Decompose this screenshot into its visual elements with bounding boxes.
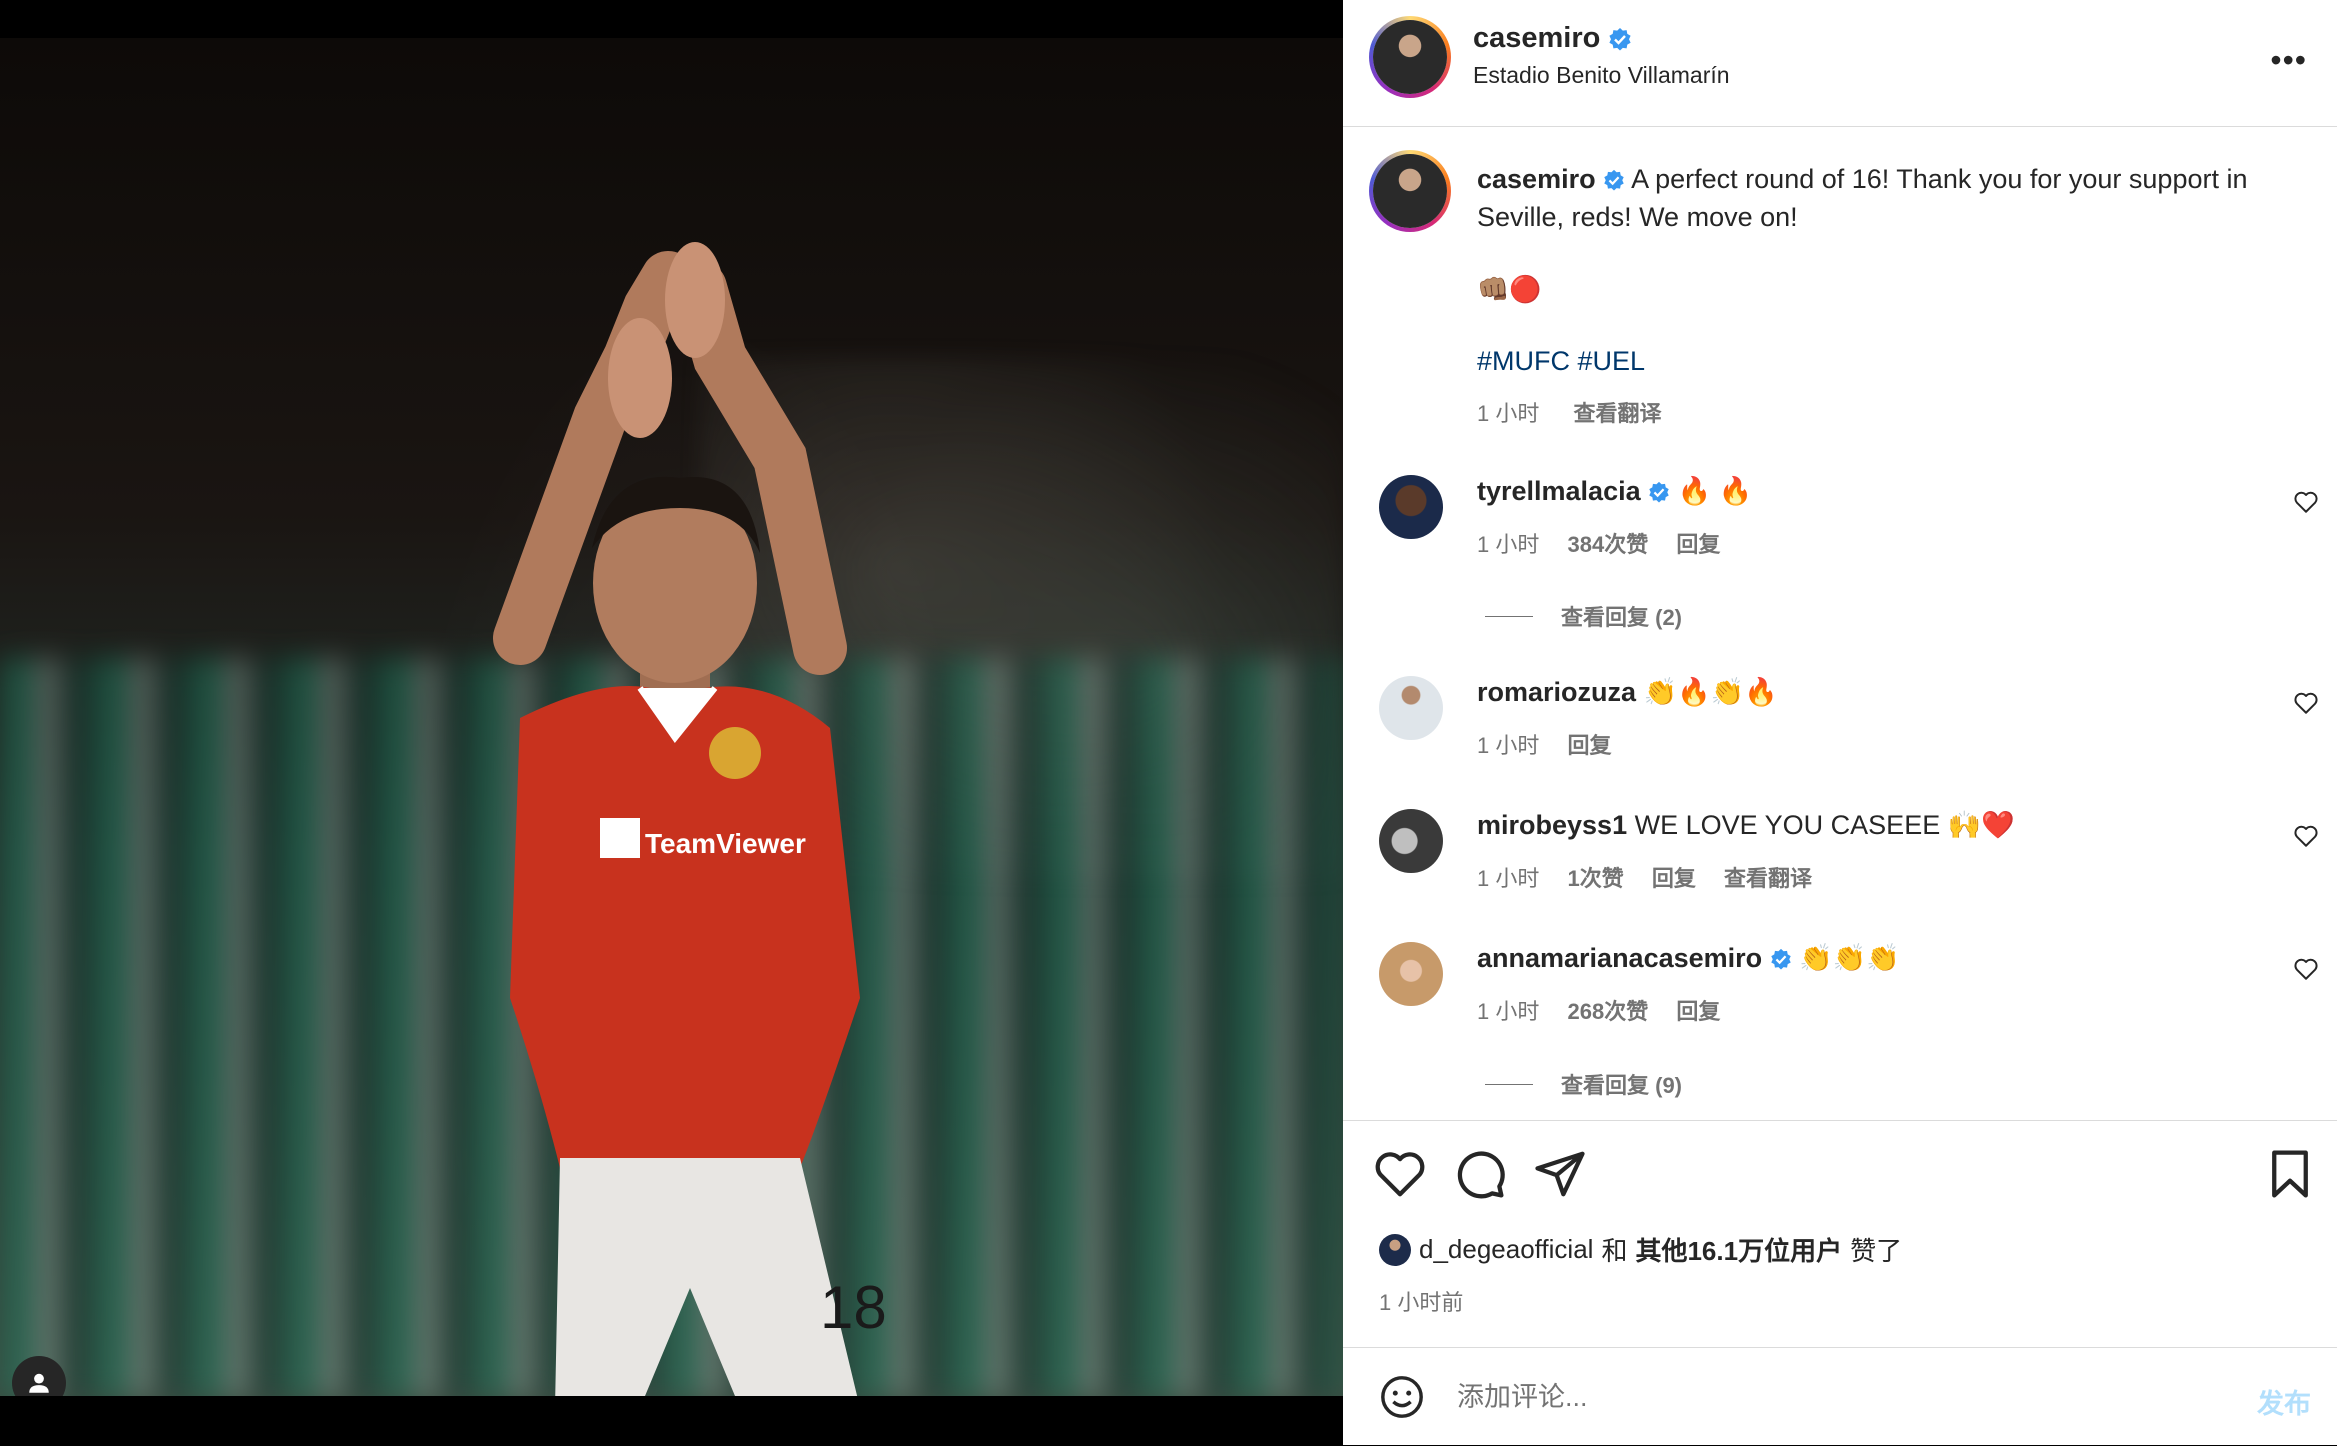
post-header: casemiro Estadio Benito Villamarín ••• bbox=[1343, 0, 2337, 127]
emoji-smile-icon[interactable] bbox=[1379, 1374, 1425, 1420]
view-replies-divider bbox=[1485, 1083, 1533, 1085]
post-location[interactable]: Estadio Benito Villamarín bbox=[1473, 62, 1730, 89]
comment-avatar[interactable] bbox=[1379, 942, 1443, 1006]
comment-body: 🔥 🔥 bbox=[1677, 476, 1753, 506]
caption-time[interactable]: 1 小时 bbox=[1477, 401, 1539, 426]
post-photo[interactable]: TeamViewer 18 bbox=[0, 38, 1343, 1396]
caption-author-avatar[interactable] bbox=[1369, 150, 1451, 232]
likes-summary: d_degeaofficial 和其他16.1万位用户 赞了 bbox=[1379, 1231, 1902, 1268]
post-actions: d_degeaofficial 和其他16.1万位用户 赞了 1 小时前 bbox=[1343, 1120, 2337, 1351]
author-name-link[interactable]: casemiro bbox=[1473, 22, 1600, 55]
post-side-panel: casemiro Estadio Benito Villamarín ••• c… bbox=[1343, 0, 2337, 1445]
comment-input[interactable] bbox=[1455, 1372, 2159, 1422]
liker-avatar[interactable] bbox=[1379, 1233, 1411, 1266]
view-replies-label: 查看回复 (9) bbox=[1561, 1073, 1683, 1098]
comment-meta: 1 小时 268次赞 回复 bbox=[1477, 994, 1742, 1026]
comment-text: romariozuza 👏🔥👏🔥 bbox=[1477, 676, 1778, 708]
comment-composer: 发布 bbox=[1343, 1347, 2337, 1446]
comment-time[interactable]: 1 小时 bbox=[1477, 532, 1539, 557]
comment-likes[interactable]: 384次赞 bbox=[1567, 532, 1648, 557]
more-options-button[interactable]: ••• bbox=[2270, 42, 2307, 79]
verified-badge-icon bbox=[1649, 481, 1669, 503]
comment-body: 👏👏👏 bbox=[1799, 943, 1901, 973]
comment-time[interactable]: 1 小时 bbox=[1477, 866, 1539, 891]
comment-like-icon[interactable] bbox=[2293, 956, 2319, 982]
comment-time[interactable]: 1 小时 bbox=[1477, 999, 1539, 1024]
comment-username[interactable]: tyrellmalacia bbox=[1477, 476, 1641, 506]
post-comment-button[interactable]: 发布 bbox=[2257, 1382, 2311, 1421]
comment-avatar[interactable] bbox=[1379, 475, 1443, 539]
likes-and: 和 bbox=[1601, 1236, 1628, 1266]
verified-badge-icon bbox=[1770, 948, 1791, 970]
verified-badge-icon bbox=[1609, 27, 1631, 50]
author-username[interactable]: casemiro bbox=[1473, 22, 1632, 55]
caption-hashtags[interactable]: #MUFC #UEL bbox=[1477, 346, 1645, 377]
verified-badge-icon bbox=[1604, 169, 1624, 191]
like-heart-icon[interactable] bbox=[1373, 1147, 1427, 1201]
caption-meta: 1 小时 查看翻译 bbox=[1477, 396, 1690, 428]
comment-username[interactable]: romariozuza bbox=[1477, 677, 1636, 707]
user-icon bbox=[29, 1373, 49, 1393]
svg-text:TeamViewer: TeamViewer bbox=[645, 828, 806, 859]
reply-button[interactable]: 回复 bbox=[1676, 999, 1720, 1024]
caption-emoji: 👊🏽🔴 bbox=[1477, 274, 1542, 304]
likes-suffix: 赞了 bbox=[1850, 1236, 1903, 1266]
comment-avatar[interactable] bbox=[1379, 809, 1443, 873]
view-replies-button[interactable]: 查看回复 (9) bbox=[1485, 1068, 1682, 1100]
comment-username[interactable]: mirobeyss1 bbox=[1477, 810, 1627, 840]
comment-meta: 1 小时 384次赞 回复 bbox=[1477, 527, 1742, 559]
reply-button[interactable]: 回复 bbox=[1676, 532, 1720, 557]
save-bookmark-icon[interactable] bbox=[2263, 1147, 2317, 1201]
author-avatar[interactable] bbox=[1369, 16, 1451, 98]
see-translation-button[interactable]: 查看翻译 bbox=[1573, 401, 1661, 426]
view-replies-button[interactable]: 查看回复 (2) bbox=[1485, 600, 1682, 632]
comment-like-icon[interactable] bbox=[2293, 823, 2319, 849]
comment-likes[interactable]: 268次赞 bbox=[1567, 999, 1648, 1024]
comment-text: mirobeyss1 WE LOVE YOU CASEEE 🙌❤️ bbox=[1477, 809, 2015, 841]
comment-likes[interactable]: 1次赞 bbox=[1567, 866, 1623, 891]
comment-body: WE LOVE YOU CASEEE 🙌❤️ bbox=[1634, 810, 2015, 840]
reply-button[interactable]: 回复 bbox=[1567, 733, 1611, 758]
share-send-icon[interactable] bbox=[1533, 1147, 1587, 1201]
comment-meta: 1 小时 回复 bbox=[1477, 728, 1634, 760]
post-timestamp[interactable]: 1 小时前 bbox=[1379, 1285, 1463, 1317]
comment-time[interactable]: 1 小时 bbox=[1477, 733, 1539, 758]
comment-bubble-icon[interactable] bbox=[1453, 1147, 1507, 1201]
comment-text: annamarianacasemiro 👏👏👏 bbox=[1477, 942, 1900, 974]
post-media: TeamViewer 18 bbox=[0, 0, 1343, 1445]
see-translation-button[interactable]: 查看翻译 bbox=[1724, 866, 1812, 891]
photo-main-player: TeamViewer 18 bbox=[493, 242, 887, 1396]
view-replies-divider bbox=[1485, 615, 1533, 617]
svg-text:18: 18 bbox=[820, 1274, 887, 1341]
likes-others-link[interactable]: 其他16.1万位用户 bbox=[1635, 1231, 1842, 1268]
comment-text: tyrellmalacia 🔥 🔥 bbox=[1477, 475, 1752, 507]
caption-username[interactable]: casemiro bbox=[1477, 164, 1596, 194]
reply-button[interactable]: 回复 bbox=[1652, 866, 1696, 891]
caption-text-block: casemiro A perfect round of 16! Thank yo… bbox=[1477, 160, 2297, 236]
comment-body: 👏🔥👏🔥 bbox=[1643, 677, 1779, 707]
comment-meta: 1 小时 1次赞 回复 查看翻译 bbox=[1477, 861, 1834, 893]
comment-username[interactable]: annamarianacasemiro bbox=[1477, 943, 1762, 973]
view-replies-label: 查看回复 (2) bbox=[1561, 605, 1683, 630]
liker-username[interactable]: d_degeaofficial bbox=[1419, 1234, 1593, 1265]
comment-like-icon[interactable] bbox=[2293, 489, 2319, 515]
comment-like-icon[interactable] bbox=[2293, 690, 2319, 716]
comment-avatar[interactable] bbox=[1379, 676, 1443, 740]
